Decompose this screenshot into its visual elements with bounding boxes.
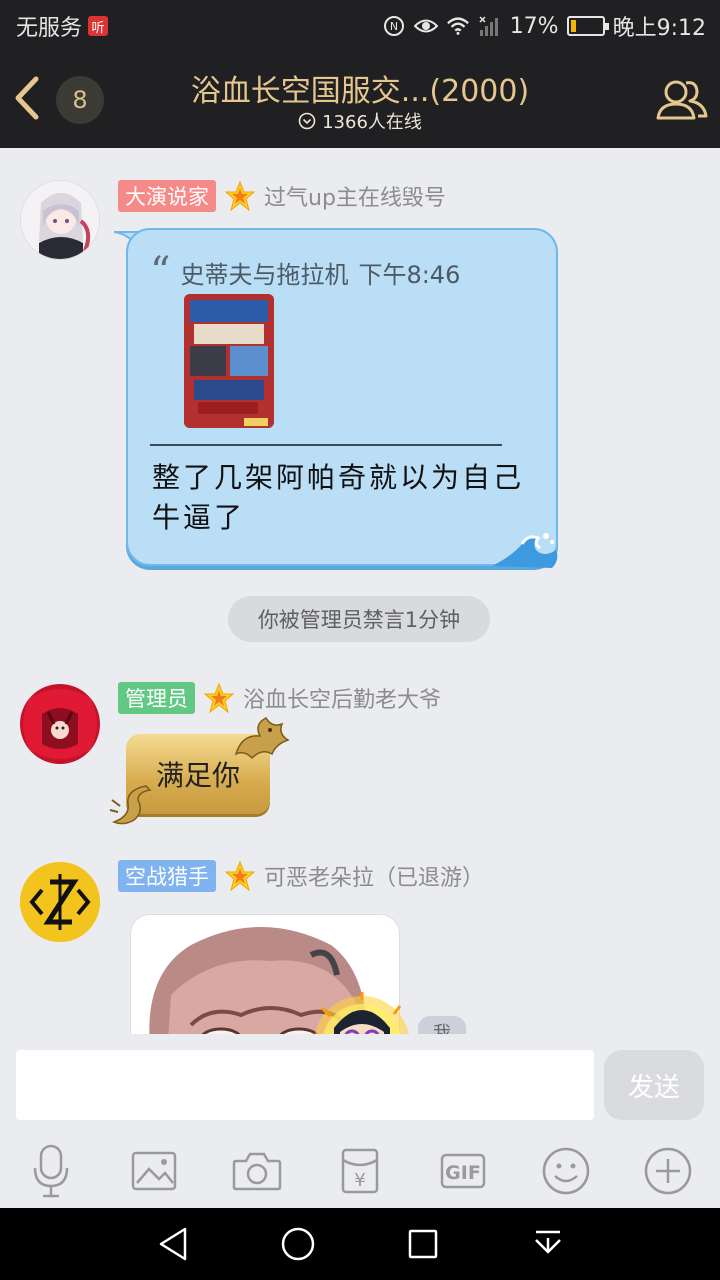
message-meta: 空战猎手 可恶老朵拉（已退游）	[118, 860, 484, 892]
message-text[interactable]: 整了几架阿帕奇就以为自己牛逼了	[152, 458, 542, 538]
message-meta: 大演说家 过气up主在线毁号	[118, 180, 446, 212]
composer-toolbar: ¥ GIF	[0, 1134, 720, 1208]
nav-recents-button[interactable]	[399, 1220, 447, 1268]
eye-icon	[413, 14, 438, 38]
battery-percent: 17%	[509, 13, 559, 39]
group-title[interactable]: 浴血长空国服交...(2000)	[130, 66, 590, 110]
title-badge: 管理员	[118, 682, 195, 714]
group-members-icon	[656, 80, 708, 120]
status-bar: 无服务 听 N 17% 晚上9:12	[0, 0, 720, 50]
star-icon	[224, 860, 256, 892]
sender-name[interactable]: 浴血长空后勤老大爷	[243, 682, 441, 714]
quote-mark-icon: “	[150, 249, 171, 295]
svg-text:GIF: GIF	[445, 1162, 481, 1184]
chevron-left-icon	[15, 76, 39, 120]
sender-name[interactable]: 可恶老朵拉（已退游）	[264, 860, 484, 892]
ting-badge: 听	[88, 16, 109, 36]
plus-icon	[645, 1147, 692, 1195]
me-label: 我	[418, 1016, 466, 1034]
battery-icon	[566, 16, 609, 36]
system-notice: 你被管理员禁言1分钟	[228, 596, 490, 642]
image-button[interactable]	[124, 1141, 184, 1201]
back-button[interactable]	[10, 75, 44, 121]
dragon-decoration-icon	[234, 717, 290, 760]
nav-home-button[interactable]	[274, 1220, 322, 1268]
quote-author: 史蒂夫与拖拉机	[180, 260, 349, 289]
wifi-icon	[446, 14, 470, 38]
chevron-down-circle-icon	[298, 112, 316, 130]
composer: 发送	[0, 1034, 720, 1134]
wave-decoration-icon	[492, 533, 558, 568]
voice-button[interactable]	[21, 1141, 81, 1201]
carrier-text: 无服务	[16, 16, 83, 41]
pull-down-icon	[534, 1230, 561, 1254]
system-navigation-bar	[0, 1208, 720, 1280]
dragon-tail-decoration-icon	[109, 785, 152, 825]
svg-text:N: N	[390, 20, 398, 33]
avatar[interactable]	[20, 684, 100, 764]
red-packet-icon: ¥	[341, 1148, 379, 1194]
quoted-image[interactable]	[184, 294, 274, 428]
red-packet-button[interactable]: ¥	[330, 1141, 390, 1201]
star-icon	[203, 682, 235, 714]
smiley-icon	[542, 1147, 589, 1195]
microphone-icon	[34, 1144, 69, 1198]
nav-notification-button[interactable]	[524, 1220, 572, 1268]
camera-button[interactable]	[227, 1141, 287, 1201]
emoji-button[interactable]	[536, 1141, 596, 1201]
avatar[interactable]	[20, 180, 100, 260]
square-recents-icon	[408, 1229, 437, 1259]
more-button[interactable]	[638, 1141, 698, 1201]
quote-divider	[150, 444, 502, 446]
send-button[interactable]: 发送	[604, 1050, 704, 1120]
title-badge: 空战猎手	[118, 860, 216, 892]
online-count[interactable]: 1366人在线	[130, 108, 590, 134]
image-icon	[132, 1151, 177, 1191]
clock: 晚上9:12	[612, 16, 706, 41]
online-count-text: 1366人在线	[322, 112, 422, 133]
group-members-button[interactable]	[654, 72, 710, 128]
message-list[interactable]: 大演说家 过气up主在线毁号 “ 史蒂夫与拖拉机 下午8:46 整了几架阿帕奇就…	[0, 148, 720, 1034]
sender-name[interactable]: 过气up主在线毁号	[264, 180, 446, 212]
svg-text:¥: ¥	[354, 1170, 365, 1191]
title-badge: 大演说家	[118, 180, 216, 212]
gif-icon: GIF	[440, 1153, 486, 1189]
my-avatar[interactable]	[312, 988, 412, 1034]
circle-home-icon	[281, 1227, 314, 1261]
avatar[interactable]	[20, 862, 100, 942]
message-text: 满足你	[155, 759, 240, 792]
quote-time: 下午8:46	[358, 260, 461, 289]
nfc-icon: N	[382, 14, 406, 38]
camera-icon	[232, 1152, 282, 1191]
star-icon	[224, 180, 256, 212]
triangle-back-icon	[159, 1227, 186, 1261]
quote-header: “ 史蒂夫与拖拉机 下午8:46	[150, 252, 460, 292]
unread-count-badge[interactable]: 8	[56, 76, 104, 124]
message-meta: 管理员 浴血长空后勤老大爷	[118, 682, 441, 714]
reply-message-bubble[interactable]: “ 史蒂夫与拖拉机 下午8:46 整了几架阿帕奇就以为自己牛逼了	[126, 228, 558, 568]
gif-button[interactable]: GIF	[433, 1141, 493, 1201]
nav-back-button[interactable]	[149, 1220, 197, 1268]
message-input[interactable]	[16, 1050, 594, 1120]
chat-header: 8 浴血长空国服交...(2000) 1366人在线	[0, 50, 720, 148]
signal-icon	[478, 14, 502, 38]
